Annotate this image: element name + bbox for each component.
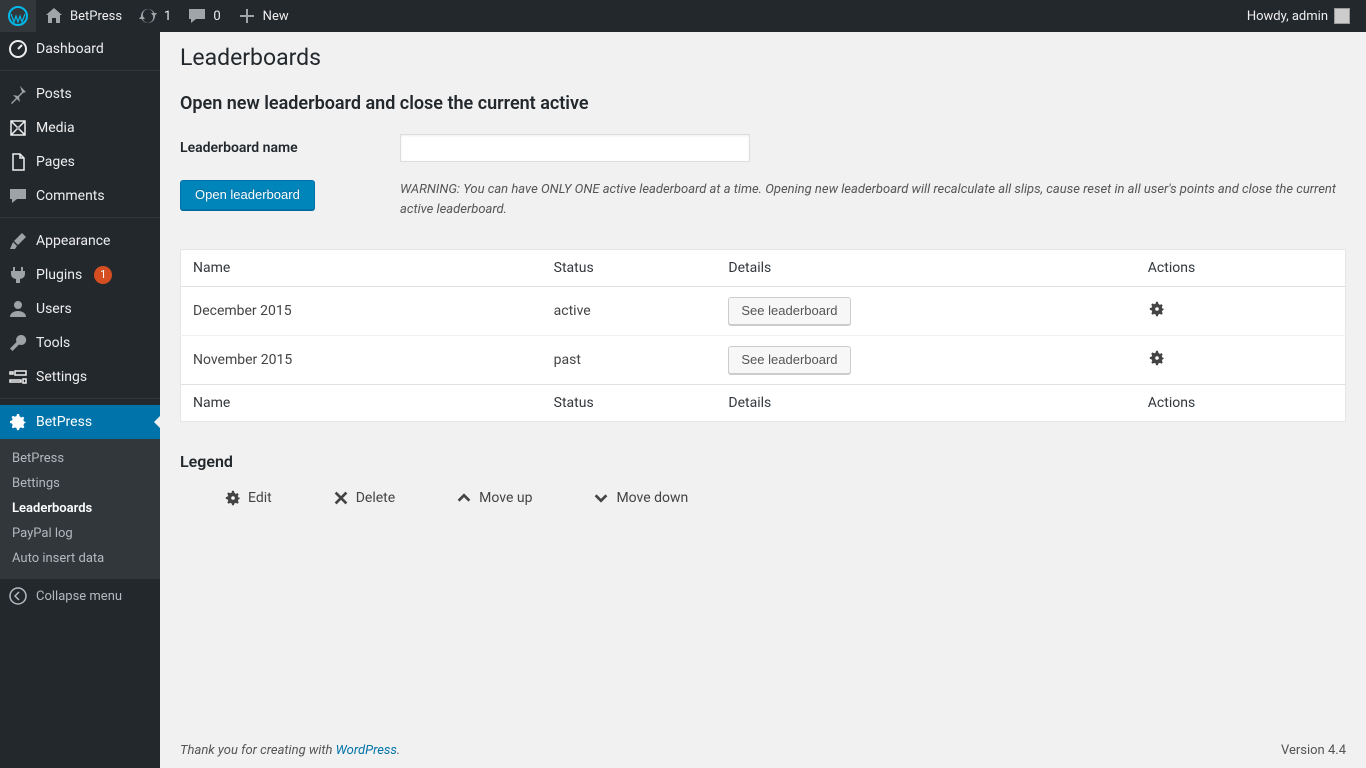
admin-sidebar: Dashboard Posts Media Pages Comments App…	[0, 32, 160, 768]
account-menu[interactable]: Howdy, admin	[1239, 0, 1358, 32]
sidebar-item-tools[interactable]: Tools	[0, 326, 160, 360]
footer: Thank you for creating with WordPress. V…	[180, 743, 1346, 758]
comments-count: 0	[213, 9, 220, 24]
sidebar-item-settings[interactable]: Settings	[0, 360, 160, 394]
footer-thanks: Thank you for creating with WordPress.	[180, 743, 400, 758]
plus-icon	[237, 6, 257, 26]
media-icon	[8, 118, 28, 138]
pin-icon	[8, 84, 28, 104]
sidebar-item-comments[interactable]: Comments	[0, 179, 160, 213]
footer-version: Version 4.4	[1281, 743, 1346, 758]
sidebar-item-posts[interactable]: Posts	[0, 77, 160, 111]
chevron-up-icon	[455, 489, 473, 507]
sidebar-separator	[0, 66, 160, 71]
sidebar-item-media[interactable]: Media	[0, 111, 160, 145]
main-content: Leaderboards Open new leaderboard and cl…	[160, 32, 1366, 768]
legend-delete: Delete	[332, 489, 395, 507]
chevron-down-icon	[592, 489, 610, 507]
col-details: Details	[716, 385, 1135, 422]
collapse-menu-button[interactable]: Collapse menu	[0, 579, 160, 613]
user-icon	[8, 299, 28, 319]
gear-icon	[1148, 300, 1166, 318]
row-settings-button[interactable]	[1148, 355, 1166, 371]
sidebar-item-appearance[interactable]: Appearance	[0, 224, 160, 258]
dashboard-icon	[8, 39, 28, 59]
page-title: Leaderboards	[180, 32, 1346, 75]
see-leaderboard-button[interactable]: See leaderboard	[728, 346, 850, 374]
gear-icon	[8, 412, 28, 432]
wp-logo-menu[interactable]	[0, 0, 36, 32]
cell-name: December 2015	[181, 287, 542, 336]
comments-menu[interactable]: 0	[179, 0, 228, 32]
col-actions: Actions	[1136, 250, 1346, 287]
brush-icon	[8, 231, 28, 251]
submenu-item-bettings[interactable]: Bettings	[0, 471, 160, 496]
row-settings-button[interactable]	[1148, 306, 1166, 322]
cell-name: November 2015	[181, 336, 542, 385]
legend: Edit Delete Move up Move down	[180, 489, 1346, 507]
cell-status: past	[542, 336, 717, 385]
new-content-menu[interactable]: New	[229, 0, 297, 32]
gear-icon	[1148, 349, 1166, 367]
comment-icon	[8, 186, 28, 206]
collapse-icon	[8, 586, 28, 606]
warning-text: WARNING: You can have ONLY ONE active le…	[400, 180, 1340, 219]
wordpress-link[interactable]: WordPress	[336, 743, 397, 758]
sidebar-separator	[0, 213, 160, 218]
col-status: Status	[542, 385, 717, 422]
col-status: Status	[542, 250, 717, 287]
settings-icon	[8, 367, 28, 387]
leaderboard-name-label: Leaderboard name	[180, 140, 360, 156]
updates-count: 1	[164, 9, 171, 24]
see-leaderboard-button[interactable]: See leaderboard	[728, 297, 850, 325]
sidebar-item-pages[interactable]: Pages	[0, 145, 160, 179]
howdy-text: Howdy, admin	[1247, 9, 1328, 24]
legend-move-up: Move up	[455, 489, 532, 507]
table-row: December 2015 active See leaderboard	[181, 287, 1346, 336]
col-actions: Actions	[1136, 385, 1346, 422]
site-name: BetPress	[70, 9, 122, 24]
new-label: New	[263, 9, 289, 24]
plugin-icon	[8, 265, 28, 285]
submenu-item-betpress[interactable]: BetPress	[0, 446, 160, 471]
sidebar-item-plugins[interactable]: Plugins1	[0, 258, 160, 292]
comment-icon	[187, 6, 207, 26]
avatar	[1334, 8, 1350, 24]
cell-status: active	[542, 287, 717, 336]
open-leaderboard-button[interactable]: Open leaderboard	[180, 180, 315, 210]
legend-move-down: Move down	[592, 489, 688, 507]
site-name-menu[interactable]: BetPress	[36, 0, 130, 32]
table-row: November 2015 past See leaderboard	[181, 336, 1346, 385]
col-name: Name	[181, 385, 542, 422]
col-details: Details	[716, 250, 1135, 287]
update-icon	[138, 6, 158, 26]
sidebar-item-dashboard[interactable]: Dashboard	[0, 32, 160, 66]
leaderboard-name-input[interactable]	[400, 134, 750, 162]
gear-icon	[224, 489, 242, 507]
submenu-item-leaderboards[interactable]: Leaderboards	[0, 496, 160, 521]
col-name: Name	[181, 250, 542, 287]
x-icon	[332, 489, 350, 507]
tool-icon	[8, 333, 28, 353]
sidebar-item-betpress[interactable]: BetPress	[0, 405, 160, 439]
home-icon	[44, 6, 64, 26]
admin-bar: BetPress 1 0 New Howdy, admin	[0, 0, 1366, 32]
leaderboards-table: Name Status Details Actions December 201…	[180, 249, 1346, 422]
plugins-badge: 1	[94, 266, 112, 284]
sidebar-separator	[0, 394, 160, 399]
legend-edit: Edit	[224, 489, 272, 507]
updates-menu[interactable]: 1	[130, 0, 179, 32]
wordpress-icon	[8, 6, 28, 26]
section-title: Open new leaderboard and close the curre…	[180, 93, 1346, 114]
page-icon	[8, 152, 28, 172]
sidebar-item-users[interactable]: Users	[0, 292, 160, 326]
legend-title: Legend	[180, 452, 1346, 471]
